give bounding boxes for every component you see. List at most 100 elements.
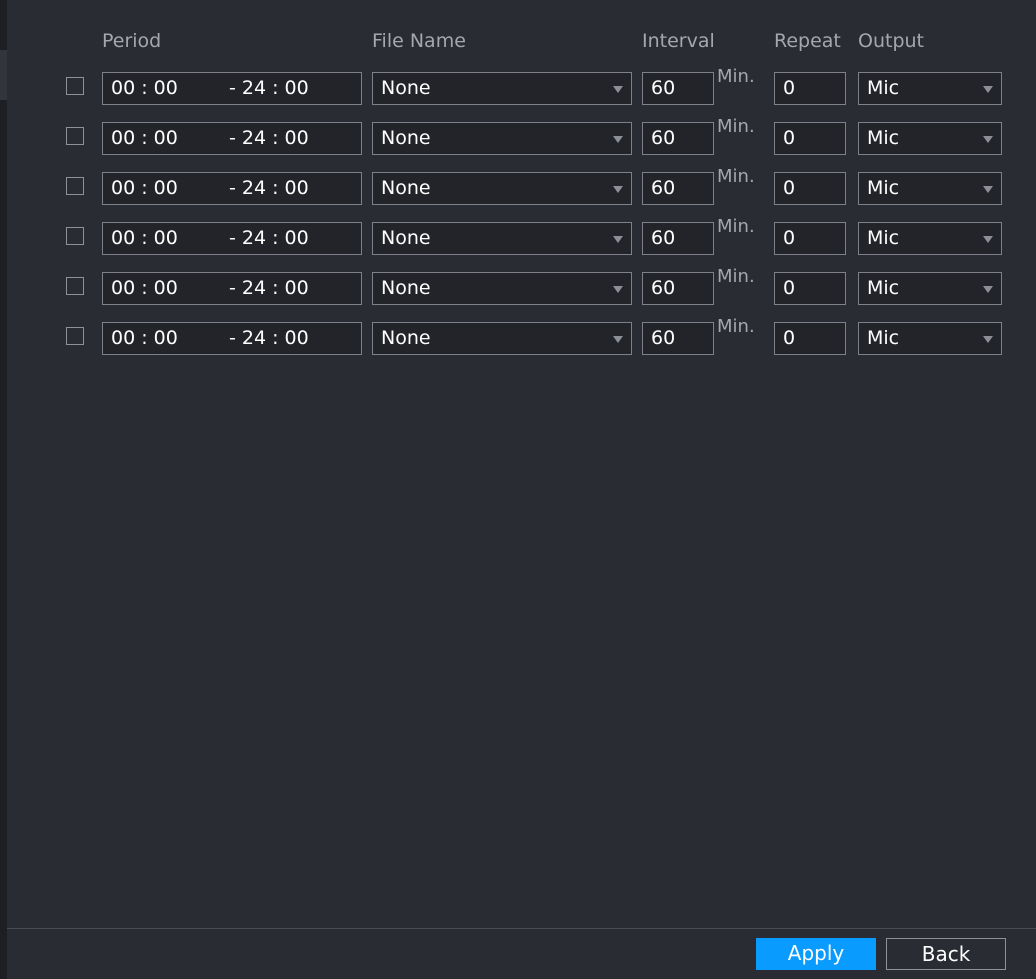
period-input[interactable]: 00 : 00 - 24 : 00 — [102, 122, 362, 155]
interval-input[interactable]: 60 — [642, 122, 714, 155]
interval-unit: Min. — [717, 116, 755, 137]
period-end[interactable]: - 24 : 00 — [229, 273, 309, 304]
repeat-input[interactable]: 0 — [774, 272, 846, 305]
file-name-select[interactable]: None — [372, 322, 632, 355]
interval-value: 60 — [651, 177, 676, 199]
output-select[interactable]: Mic — [858, 322, 1002, 355]
output-value: Mic — [867, 177, 900, 199]
header-output: Output — [858, 30, 924, 52]
chevron-down-icon[interactable] — [613, 236, 623, 243]
row-checkbox[interactable] — [66, 77, 84, 95]
row-checkbox[interactable] — [66, 277, 84, 295]
repeat-input[interactable]: 0 — [774, 72, 846, 105]
file-name-select[interactable]: None — [372, 222, 632, 255]
chevron-down-icon[interactable] — [983, 186, 993, 193]
row-checkbox[interactable] — [66, 127, 84, 145]
file-name-select[interactable]: None — [372, 172, 632, 205]
period-end[interactable]: - 24 : 00 — [229, 323, 309, 354]
chevron-down-icon[interactable] — [613, 86, 623, 93]
interval-value: 60 — [651, 327, 676, 349]
file-name-value: None — [381, 127, 431, 149]
interval-input[interactable]: 60 — [642, 222, 714, 255]
interval-value: 60 — [651, 227, 676, 249]
output-value: Mic — [867, 327, 900, 349]
file-name-select[interactable]: None — [372, 272, 632, 305]
header-interval: Interval — [642, 30, 715, 52]
chevron-down-icon[interactable] — [613, 186, 623, 193]
output-select[interactable]: Mic — [858, 122, 1002, 155]
schedule-row: 00 : 00 - 24 : 00 None 60 Min. 0 Mic — [0, 166, 1036, 206]
repeat-value: 0 — [783, 277, 796, 299]
interval-value: 60 — [651, 127, 676, 149]
file-name-value: None — [381, 327, 431, 349]
period-input[interactable]: 00 : 00 - 24 : 00 — [102, 272, 362, 305]
period-input[interactable]: 00 : 00 - 24 : 00 — [102, 172, 362, 205]
period-start[interactable]: 00 : 00 — [111, 73, 178, 104]
period-input[interactable]: 00 : 00 - 24 : 00 — [102, 222, 362, 255]
period-end[interactable]: - 24 : 00 — [229, 223, 309, 254]
chevron-down-icon[interactable] — [613, 336, 623, 343]
apply-button[interactable]: Apply — [756, 938, 876, 970]
period-start[interactable]: 00 : 00 — [111, 123, 178, 154]
period-end[interactable]: - 24 : 00 — [229, 123, 309, 154]
period-start[interactable]: 00 : 00 — [111, 223, 178, 254]
output-select[interactable]: Mic — [858, 172, 1002, 205]
chevron-down-icon[interactable] — [983, 136, 993, 143]
file-name-value: None — [381, 177, 431, 199]
footer-divider — [7, 928, 1036, 929]
chevron-down-icon[interactable] — [983, 236, 993, 243]
file-name-select[interactable]: None — [372, 122, 632, 155]
back-button[interactable]: Back — [886, 938, 1006, 970]
interval-input[interactable]: 60 — [642, 172, 714, 205]
file-name-value: None — [381, 77, 431, 99]
period-start[interactable]: 00 : 00 — [111, 173, 178, 204]
row-checkbox[interactable] — [66, 327, 84, 345]
chevron-down-icon[interactable] — [983, 286, 993, 293]
interval-input[interactable]: 60 — [642, 272, 714, 305]
repeat-input[interactable]: 0 — [774, 122, 846, 155]
interval-unit: Min. — [717, 266, 755, 287]
repeat-input[interactable]: 0 — [774, 222, 846, 255]
schedule-row: 00 : 00 - 24 : 00 None 60 Min. 0 Mic — [0, 66, 1036, 106]
interval-unit: Min. — [717, 166, 755, 187]
interval-input[interactable]: 60 — [642, 72, 714, 105]
interval-unit: Min. — [717, 316, 755, 337]
output-value: Mic — [867, 227, 900, 249]
file-name-select[interactable]: None — [372, 72, 632, 105]
output-value: Mic — [867, 277, 900, 299]
footer-bar — [7, 929, 1036, 979]
output-select[interactable]: Mic — [858, 72, 1002, 105]
chevron-down-icon[interactable] — [613, 136, 623, 143]
repeat-value: 0 — [783, 227, 796, 249]
repeat-input[interactable]: 0 — [774, 322, 846, 355]
file-name-value: None — [381, 277, 431, 299]
repeat-value: 0 — [783, 327, 796, 349]
schedule-row: 00 : 00 - 24 : 00 None 60 Min. 0 Mic — [0, 216, 1036, 256]
schedule-row: 00 : 00 - 24 : 00 None 60 Min. 0 Mic — [0, 316, 1036, 356]
chevron-down-icon[interactable] — [613, 286, 623, 293]
row-checkbox[interactable] — [66, 227, 84, 245]
schedule-row: 00 : 00 - 24 : 00 None 60 Min. 0 Mic — [0, 116, 1036, 156]
period-end[interactable]: - 24 : 00 — [229, 73, 309, 104]
chevron-down-icon[interactable] — [983, 336, 993, 343]
period-start[interactable]: 00 : 00 — [111, 273, 178, 304]
row-checkbox[interactable] — [66, 177, 84, 195]
header-file-name: File Name — [372, 30, 466, 52]
period-input[interactable]: 00 : 00 - 24 : 00 — [102, 72, 362, 105]
chevron-down-icon[interactable] — [983, 86, 993, 93]
output-select[interactable]: Mic — [858, 272, 1002, 305]
interval-value: 60 — [651, 277, 676, 299]
repeat-value: 0 — [783, 77, 796, 99]
period-input[interactable]: 00 : 00 - 24 : 00 — [102, 322, 362, 355]
header-period: Period — [102, 30, 162, 52]
output-value: Mic — [867, 127, 900, 149]
period-end[interactable]: - 24 : 00 — [229, 173, 309, 204]
schedule-row: 00 : 00 - 24 : 00 None 60 Min. 0 Mic — [0, 266, 1036, 306]
interval-input[interactable]: 60 — [642, 322, 714, 355]
output-select[interactable]: Mic — [858, 222, 1002, 255]
interval-value: 60 — [651, 77, 676, 99]
repeat-value: 0 — [783, 127, 796, 149]
period-start[interactable]: 00 : 00 — [111, 323, 178, 354]
interval-unit: Min. — [717, 216, 755, 237]
repeat-input[interactable]: 0 — [774, 172, 846, 205]
